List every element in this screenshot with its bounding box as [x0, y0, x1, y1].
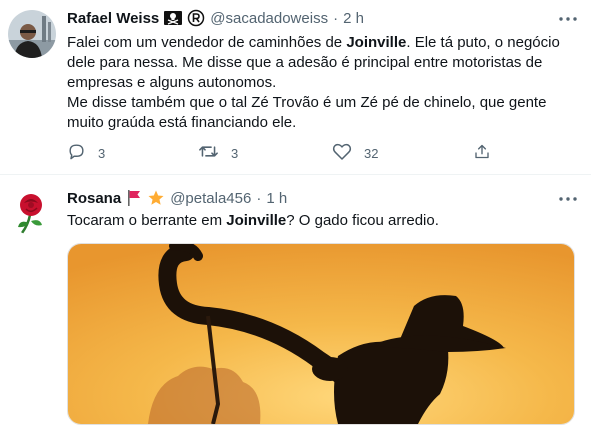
- reply-button[interactable]: 3: [67, 141, 105, 165]
- tweet-header: Rosana @petala456 · 1 h: [67, 188, 287, 208]
- separator-dot: ·: [256, 189, 262, 207]
- tweet-text: Tocaram o berrante em Joinville? O gado …: [67, 211, 575, 231]
- retweet-count: 3: [231, 145, 239, 161]
- tweet-text-line: Falei com um vendedor de caminhões de Jo…: [67, 34, 560, 51]
- share-button[interactable]: [473, 141, 491, 165]
- sunset-silhouette-image: [68, 244, 574, 424]
- tweet-text-line: muito graúda está financiando ele.: [67, 114, 297, 131]
- more-options-icon[interactable]: [559, 10, 577, 28]
- red-flag-icon: [126, 189, 142, 207]
- tweet-text-line: Me disse também que o tal Zé Trovão é um…: [67, 94, 547, 111]
- separator-dot: ·: [333, 9, 339, 27]
- pirate-flag-icon: [164, 10, 183, 26]
- like-count: 32: [364, 145, 379, 161]
- reply-icon: [67, 142, 86, 164]
- registered-icon: [187, 9, 205, 27]
- tweet-actions: 3 3 32: [67, 141, 497, 165]
- hashtag-link[interactable]: Joinville: [346, 34, 406, 51]
- display-name[interactable]: Rosana: [67, 190, 121, 207]
- retweet-button[interactable]: 3: [198, 141, 238, 165]
- share-icon: [473, 142, 491, 164]
- tweet-rosana[interactable]: Rosana @petala456 · 1 h Tocaram o berran…: [0, 175, 591, 425]
- retweet-icon: [198, 142, 219, 164]
- like-icon: [332, 142, 352, 164]
- tweet-text: Falei com um vendedor de caminhões de Jo…: [67, 33, 575, 133]
- tweet-text-line: Tocaram o berrante em Joinville? O gado …: [67, 212, 439, 229]
- timestamp[interactable]: 1 h: [266, 190, 287, 207]
- user-handle[interactable]: @petala456: [170, 190, 251, 207]
- tweet-text-line: empresas e alguns autonomos.: [67, 74, 277, 91]
- hashtag-link[interactable]: Joinville: [226, 212, 286, 229]
- like-button[interactable]: 32: [332, 141, 378, 165]
- tweet-rafael-weiss[interactable]: Rafael Weiss @sacadadoweiss · 2 h Falei …: [0, 0, 591, 175]
- tweet-text-line: dele para nessa. Me disse que a adesão é…: [67, 54, 543, 71]
- star-icon: [147, 189, 165, 207]
- reply-count: 3: [98, 145, 106, 161]
- avatar-rosana[interactable]: [8, 187, 56, 235]
- timestamp[interactable]: 2 h: [343, 10, 364, 27]
- tweet-header: Rafael Weiss @sacadadoweiss · 2 h: [67, 8, 364, 28]
- display-name[interactable]: Rafael Weiss: [67, 10, 159, 27]
- user-handle[interactable]: @sacadadoweiss: [210, 10, 328, 27]
- avatar-rafael-weiss[interactable]: [8, 10, 56, 58]
- more-options-icon[interactable]: [559, 190, 577, 208]
- tweet-image[interactable]: [67, 243, 575, 425]
